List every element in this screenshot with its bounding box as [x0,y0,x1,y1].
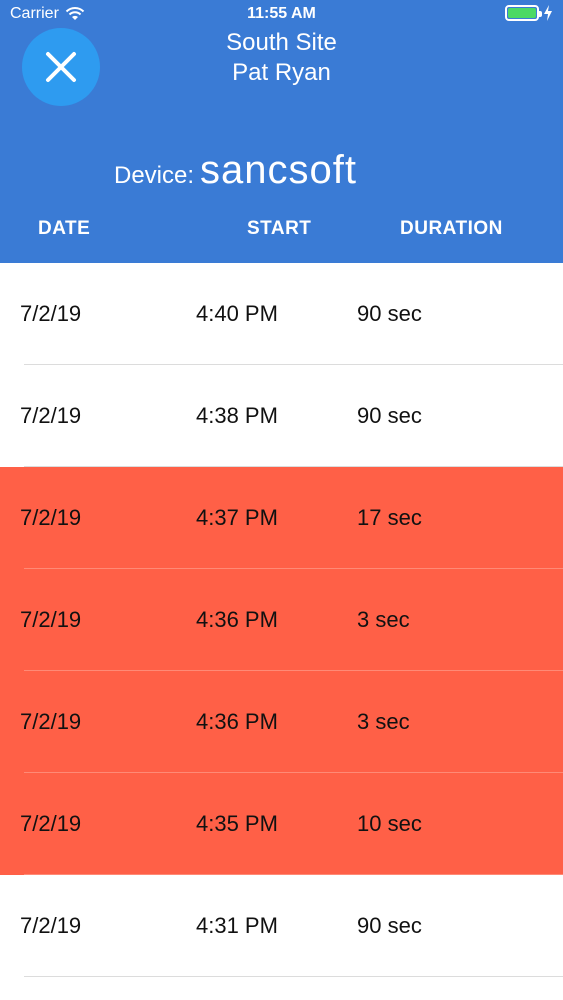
header: Carrier 11:55 AM South Site Pat Ryan Dev… [0,0,563,263]
column-header-date: DATE [38,218,91,239]
table-row[interactable]: 7/2/19 4:35 PM 10 sec [0,773,563,875]
battery-level [508,8,536,18]
column-header-duration: DURATION [400,218,503,239]
device-info: Device: sancsoft [114,148,357,193]
device-label: Device: [114,162,195,189]
row-duration: 90 sec [357,403,422,428]
row-start: 4:31 PM [196,913,278,938]
row-start: 4:38 PM [196,403,278,428]
session-list: 7/2/19 4:40 PM 90 sec 7/2/19 4:38 PM 90 … [0,263,563,977]
row-duration: 10 sec [357,811,422,836]
site-title: South Site [226,29,337,56]
table-row[interactable]: 7/2/19 4:38 PM 90 sec [0,365,563,467]
row-duration: 17 sec [357,505,422,530]
row-date: 7/2/19 [20,505,82,530]
row-date: 7/2/19 [20,607,82,632]
table-row[interactable]: 7/2/19 4:40 PM 90 sec [0,263,563,365]
table-row[interactable]: 7/2/19 4:31 PM 90 sec [0,875,563,977]
row-duration: 3 sec [357,709,410,734]
row-date: 7/2/19 [20,709,82,734]
charging-bolt-icon [543,5,553,21]
table-row[interactable]: 7/2/19 4:36 PM 3 sec [0,569,563,671]
table-row[interactable]: 7/2/19 4:37 PM 17 sec [0,467,563,569]
row-duration: 3 sec [357,607,410,632]
row-start: 4:35 PM [196,811,278,836]
battery-icon [505,5,542,21]
column-header-start: START [247,218,312,239]
row-date: 7/2/19 [20,913,82,938]
row-start: 4:36 PM [196,607,278,632]
row-duration: 90 sec [357,913,422,938]
row-start: 4:36 PM [196,709,278,734]
battery-status [505,5,553,21]
clock: 11:55 AM [247,5,316,22]
status-bar: Carrier 11:55 AM [0,0,563,30]
row-date: 7/2/19 [20,811,82,836]
user-name: Pat Ryan [232,59,331,86]
row-date: 7/2/19 [20,301,82,326]
row-date: 7/2/19 [20,403,82,428]
row-duration: 90 sec [357,301,422,326]
row-divider [24,976,563,977]
row-start: 4:37 PM [196,505,278,530]
row-start: 4:40 PM [196,301,278,326]
table-row[interactable]: 7/2/19 4:36 PM 3 sec [0,671,563,773]
device-name: sancsoft [200,148,357,192]
